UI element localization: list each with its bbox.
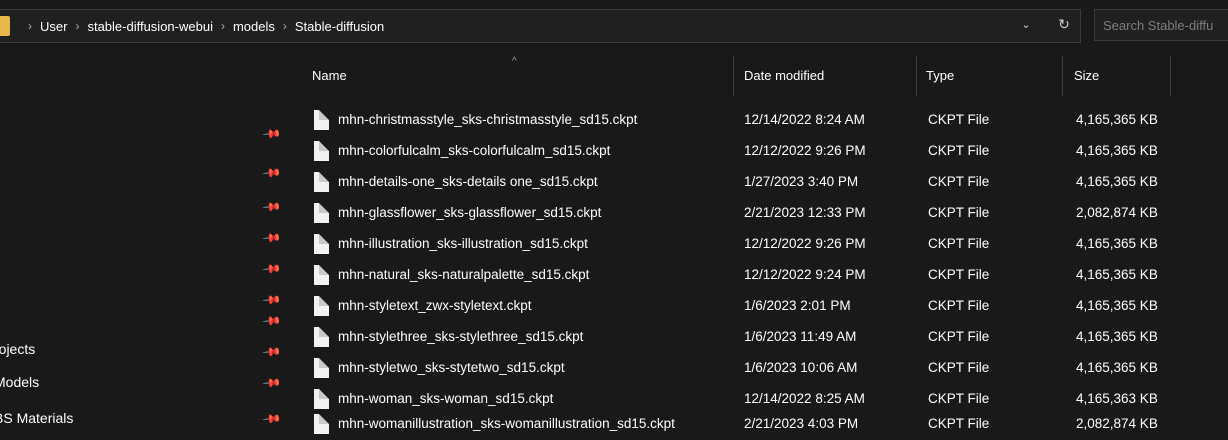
file-row[interactable]: mhn-natural_sks-naturalpalette_sd15.ckpt…	[300, 261, 1200, 291]
file-date: 1/6/2023 2:01 PM	[744, 298, 851, 313]
column-header-date[interactable]: Date modified	[744, 58, 824, 92]
file-type: CKPT File	[928, 360, 990, 375]
file-name: mhn-styletext_zwx-styletext.ckpt	[338, 298, 532, 313]
file-icon	[314, 172, 329, 192]
column-divider[interactable]	[1170, 56, 1171, 96]
file-row[interactable]: mhn-styletwo_sks-stytetwo_sd15.ckpt 1/6/…	[300, 354, 1200, 384]
nav-item-label: rojects	[0, 341, 36, 357]
column-header-type[interactable]: Type	[926, 58, 954, 92]
file-type: CKPT File	[928, 391, 990, 406]
file-date: 2/21/2023 12:33 PM	[744, 205, 866, 220]
file-size: 4,165,365 KB	[1076, 329, 1158, 344]
file-size: 4,165,363 KB	[1076, 391, 1158, 406]
column-header-name[interactable]: Name	[312, 58, 347, 92]
chevron-down-icon[interactable]: ⌄	[1018, 11, 1034, 37]
nav-item-label: BS Materials	[0, 410, 74, 426]
file-date: 12/12/2022 9:26 PM	[744, 236, 866, 251]
file-type: CKPT File	[928, 416, 990, 431]
column-divider[interactable]	[733, 56, 734, 96]
navigation-pane	[0, 54, 290, 440]
breadcrumb-stable-diffusion[interactable]: Stable-diffusion	[295, 19, 384, 34]
address-bar-area: › User › stable-diffusion-webui › models…	[0, 0, 1228, 54]
file-icon	[314, 296, 329, 316]
file-name: mhn-glassflower_sks-glassflower_sd15.ckp…	[338, 205, 602, 220]
breadcrumb-separator: ›	[75, 19, 80, 33]
file-row[interactable]: mhn-stylethree_sks-stylethree_sd15.ckpt …	[300, 323, 1200, 353]
file-row[interactable]: mhn-styletext_zwx-styletext.ckpt 1/6/202…	[300, 292, 1200, 322]
file-name: mhn-womanillustration_sks-womanillustrat…	[338, 416, 675, 431]
file-date: 12/14/2022 8:25 AM	[744, 391, 865, 406]
file-type: CKPT File	[928, 143, 990, 158]
file-type: CKPT File	[928, 329, 990, 344]
file-row[interactable]: mhn-glassflower_sks-glassflower_sd15.ckp…	[300, 199, 1200, 229]
file-type: CKPT File	[928, 205, 990, 220]
file-type: CKPT File	[928, 236, 990, 251]
file-size: 4,165,365 KB	[1076, 143, 1158, 158]
file-size: 4,165,365 KB	[1076, 174, 1158, 189]
file-icon	[314, 110, 329, 130]
file-size: 4,165,365 KB	[1076, 298, 1158, 313]
file-name: mhn-colorfulcalm_sks-colorfulcalm_sd15.c…	[338, 143, 611, 158]
file-date: 12/14/2022 8:24 AM	[744, 112, 865, 127]
file-icon	[314, 203, 329, 223]
file-row[interactable]: mhn-womanillustration_sks-womanillustrat…	[300, 410, 1200, 440]
file-type: CKPT File	[928, 174, 990, 189]
search-input[interactable]: Search Stable-diffu	[1094, 9, 1228, 41]
nav-item-projects[interactable]: rojects	[0, 341, 35, 357]
file-size: 2,082,874 KB	[1076, 416, 1158, 431]
sort-ascending-icon: ^	[512, 56, 517, 67]
file-date: 1/6/2023 10:06 AM	[744, 360, 858, 375]
file-size: 2,082,874 KB	[1076, 205, 1158, 220]
column-divider[interactable]	[916, 56, 917, 96]
file-size: 4,165,365 KB	[1076, 267, 1158, 282]
breadcrumb-separator: ›	[28, 19, 32, 33]
breadcrumb-separator: ›	[220, 19, 225, 33]
file-icon	[314, 234, 329, 254]
file-icon	[314, 358, 329, 378]
nav-item-label: Models	[0, 374, 40, 390]
file-name: mhn-natural_sks-naturalpalette_sd15.ckpt	[338, 267, 590, 282]
file-row[interactable]: mhn-details-one_sks-details one_sd15.ckp…	[300, 168, 1200, 198]
file-date: 12/12/2022 9:24 PM	[744, 267, 866, 282]
file-type: CKPT File	[928, 267, 990, 282]
file-type: CKPT File	[928, 298, 990, 313]
file-name: mhn-details-one_sks-details one_sd15.ckp…	[338, 174, 598, 189]
file-date: 12/12/2022 9:26 PM	[744, 143, 866, 158]
file-date: 1/27/2023 3:40 PM	[744, 174, 859, 189]
folder-icon	[0, 16, 10, 36]
file-row[interactable]: mhn-colorfulcalm_sks-colorfulcalm_sd15.c…	[300, 137, 1200, 167]
file-icon	[314, 265, 329, 285]
file-icon	[314, 389, 329, 409]
file-icon	[314, 141, 329, 161]
file-name: mhn-woman_sks-woman_sd15.ckpt	[338, 391, 554, 406]
file-size: 4,165,365 KB	[1076, 360, 1158, 375]
nav-item-models[interactable]: Models	[0, 374, 39, 390]
file-row[interactable]: mhn-illustration_sks-illustration_sd15.c…	[300, 230, 1200, 260]
column-divider[interactable]	[1062, 56, 1063, 96]
file-name: mhn-illustration_sks-illustration_sd15.c…	[338, 236, 588, 251]
breadcrumb-user[interactable]: User	[40, 19, 67, 34]
file-date: 2/21/2023 4:03 PM	[744, 416, 859, 431]
file-name: mhn-christmasstyle_sks-christmasstyle_sd…	[338, 112, 638, 127]
file-date: 1/6/2023 11:49 AM	[744, 329, 857, 344]
file-name: mhn-stylethree_sks-stylethree_sd15.ckpt	[338, 329, 584, 344]
file-size: 4,165,365 KB	[1076, 112, 1158, 127]
column-header-size[interactable]: Size	[1074, 58, 1099, 92]
file-icon	[314, 327, 329, 347]
address-bar[interactable]: › User › stable-diffusion-webui › models…	[0, 9, 1081, 43]
file-icon	[314, 414, 329, 434]
refresh-icon[interactable]: ↻	[1052, 11, 1076, 37]
nav-item-materials[interactable]: BS Materials	[0, 410, 73, 426]
file-name: mhn-styletwo_sks-stytetwo_sd15.ckpt	[338, 360, 565, 375]
file-row[interactable]: mhn-christmasstyle_sks-christmasstyle_sd…	[300, 106, 1200, 136]
breadcrumb-separator: ›	[282, 19, 287, 33]
file-type: CKPT File	[928, 112, 990, 127]
breadcrumb-models[interactable]: models	[233, 19, 275, 34]
file-size: 4,165,365 KB	[1076, 236, 1158, 251]
breadcrumb-webui[interactable]: stable-diffusion-webui	[87, 19, 213, 34]
